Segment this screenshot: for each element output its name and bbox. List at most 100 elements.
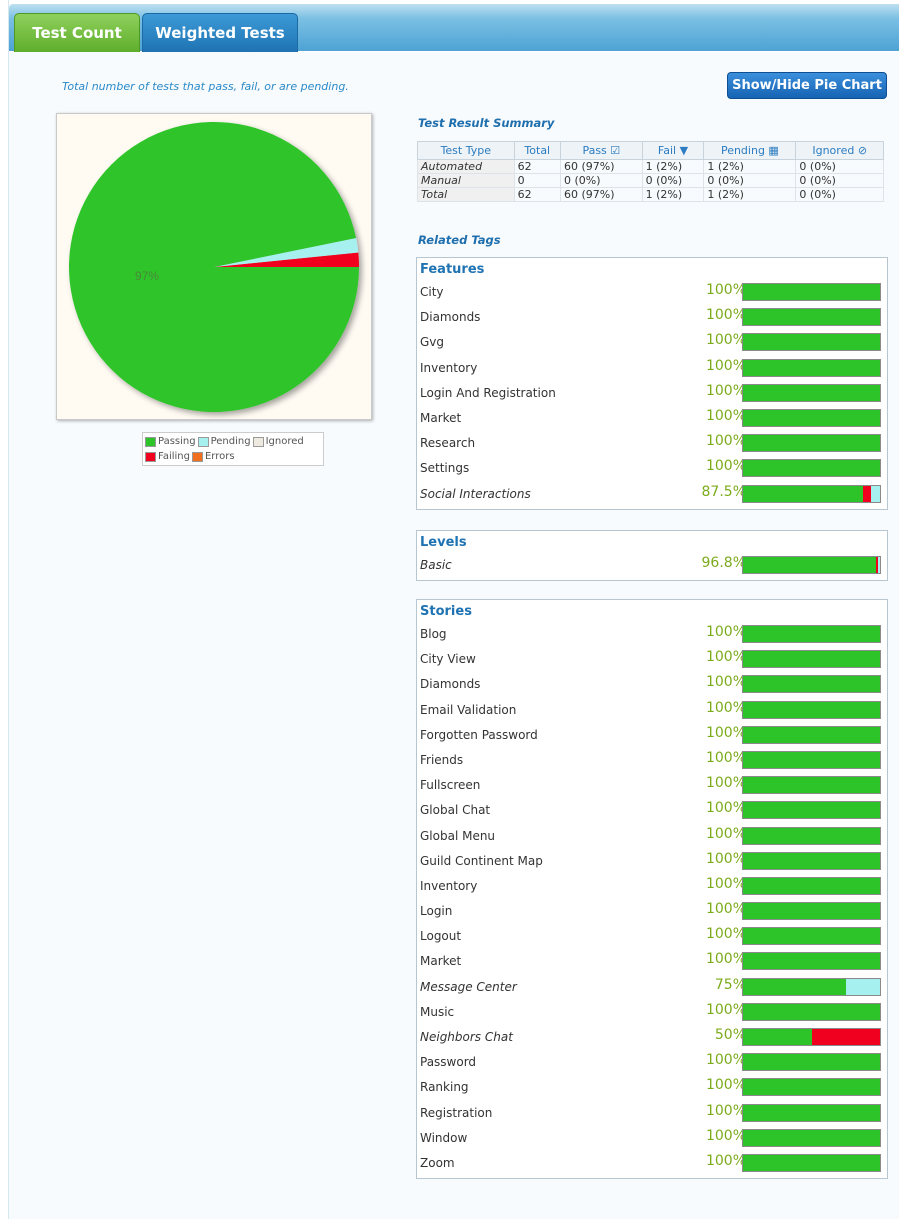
summary-cell: 1 (2%) [641, 187, 705, 202]
tag-label[interactable]: Diamonds [420, 677, 480, 691]
tag-row[interactable]: Global Menu 100% [417, 824, 887, 849]
summary-title: Test Result Summary [418, 116, 555, 130]
tag-row[interactable]: Registration 100% [417, 1101, 887, 1126]
bar-segment-pass [743, 384, 880, 401]
tag-label[interactable]: Email Validation [420, 703, 516, 717]
tag-label[interactable]: Window [420, 1131, 467, 1145]
bar-segment-pass [743, 1129, 880, 1146]
tab-weighted-tests[interactable]: Weighted Tests [142, 13, 298, 53]
tag-progress-bar [742, 801, 881, 820]
pie-percentage-label: 97% [135, 269, 159, 283]
summary-header-label: Pending [720, 144, 765, 157]
tag-percentage: 100% [705, 282, 746, 298]
tag-row[interactable]: Market 100% [417, 949, 887, 974]
tag-label[interactable]: Ranking [420, 1080, 469, 1094]
tag-label[interactable]: Zoom [420, 1156, 455, 1170]
tag-percentage: 100% [705, 926, 746, 943]
tag-row[interactable]: Blog 100% [417, 622, 887, 647]
tag-label[interactable]: City View [420, 652, 476, 666]
tag-row[interactable]: Fullscreen 100% [417, 773, 887, 798]
legend-swatch [191, 451, 203, 462]
tag-progress-bar [742, 1078, 881, 1097]
tag-row[interactable]: City 100% [417, 280, 887, 305]
tag-row[interactable]: Diamonds 100% [417, 305, 887, 330]
summary-cell: 0 (0%) [559, 173, 643, 188]
tag-row[interactable]: Guild Continent Map 100% [417, 849, 887, 874]
tag-label[interactable]: Friends [420, 753, 463, 767]
tag-label[interactable]: Login [420, 904, 452, 918]
tab-test-count[interactable]: Test Count [14, 13, 140, 53]
tag-label[interactable]: Blog [420, 627, 447, 641]
tag-label[interactable]: Forgotten Password [420, 728, 538, 742]
tag-percentage: 100% [705, 775, 746, 792]
tag-label[interactable]: Login And Registration [420, 386, 556, 400]
tag-row[interactable]: Password 100% [417, 1050, 887, 1075]
tag-label[interactable]: Social Interactions [420, 487, 531, 501]
tag-row[interactable]: Basic 96.8% [417, 553, 887, 578]
tag-label[interactable]: Gvg [420, 335, 444, 349]
tag-label[interactable]: Inventory [420, 361, 477, 375]
tag-row[interactable]: Inventory 100% [417, 874, 887, 899]
tag-row[interactable]: Settings 100% [417, 456, 887, 481]
calendar-icon: ▦ [764, 144, 779, 157]
tag-row[interactable]: Ranking 100% [417, 1075, 887, 1100]
tag-row[interactable]: Email Validation 100% [417, 698, 887, 723]
tag-label[interactable]: Research [420, 436, 475, 450]
tag-row[interactable]: Gvg 100% [417, 330, 887, 355]
tag-row[interactable]: Diamonds 100% [417, 672, 887, 697]
tag-label[interactable]: Diamonds [420, 310, 480, 324]
tag-percentage: 100% [705, 850, 746, 867]
tag-label[interactable]: Logout [420, 929, 461, 943]
tag-label[interactable]: Password [420, 1055, 476, 1069]
bar-segment-pending [871, 485, 880, 502]
tag-row[interactable]: Research 100% [417, 431, 887, 456]
tag-label[interactable]: Market [420, 411, 461, 425]
tag-row[interactable]: Global Chat 100% [417, 798, 887, 823]
tag-percentage: 100% [705, 1001, 746, 1018]
legend-row: Passing Pending Ignored [145, 434, 321, 449]
panel-title: Levels [420, 535, 467, 550]
tag-progress-bar [742, 927, 881, 946]
tag-row[interactable]: Music 100% [417, 1000, 887, 1025]
tag-label[interactable]: Message Center [420, 980, 517, 994]
tag-label[interactable]: Global Menu [420, 829, 495, 843]
tag-label[interactable]: Guild Continent Map [420, 854, 543, 868]
bar-segment-pass [743, 334, 880, 351]
tag-percentage: 100% [705, 699, 746, 716]
tag-label[interactable]: Fullscreen [420, 778, 480, 792]
toggle-pie-chart-button[interactable]: Show/Hide Pie Chart [727, 72, 887, 99]
tag-row[interactable]: Inventory 100% [417, 356, 887, 381]
tag-row[interactable]: Zoom 100% [417, 1151, 887, 1176]
tag-row[interactable]: Social Interactions 87.5% [417, 482, 887, 507]
tag-progress-bar [742, 750, 881, 769]
tag-label[interactable]: Neighbors Chat [420, 1030, 513, 1044]
tag-label[interactable]: Market [420, 954, 461, 968]
tag-label[interactable]: Inventory [420, 879, 477, 893]
summary-cell: 60 (97%) [559, 187, 643, 202]
tag-row[interactable]: City View 100% [417, 647, 887, 672]
tag-percentage: 100% [705, 1052, 746, 1069]
tag-progress-bar [742, 333, 881, 352]
tag-row[interactable]: Login 100% [417, 899, 887, 924]
tag-percentage: 100% [705, 649, 746, 666]
tag-row[interactable]: Neighbors Chat 50% [417, 1025, 887, 1050]
tag-percentage: 100% [705, 951, 746, 968]
summary-row-label: Automated [417, 159, 515, 174]
tag-row[interactable]: Friends 100% [417, 748, 887, 773]
tag-row[interactable]: Logout 100% [417, 924, 887, 949]
tag-percentage: 100% [705, 332, 746, 349]
bar-segment-pass [743, 626, 880, 642]
tag-label[interactable]: Music [420, 1005, 454, 1019]
tag-label[interactable]: Registration [420, 1106, 492, 1120]
tag-row[interactable]: Message Center 75% [417, 975, 887, 1000]
tag-row[interactable]: Market 100% [417, 406, 887, 431]
tag-label[interactable]: City [420, 285, 444, 299]
tag-row[interactable]: Login And Registration 100% [417, 381, 887, 406]
tag-row[interactable]: Window 100% [417, 1126, 887, 1151]
check-square-icon: ☑ [606, 144, 621, 157]
tag-label[interactable]: Settings [420, 461, 469, 475]
tag-label[interactable]: Basic [420, 558, 452, 572]
bar-segment-pass [743, 1029, 812, 1045]
tag-label[interactable]: Global Chat [420, 803, 490, 817]
tag-row[interactable]: Forgotten Password 100% [417, 723, 887, 748]
